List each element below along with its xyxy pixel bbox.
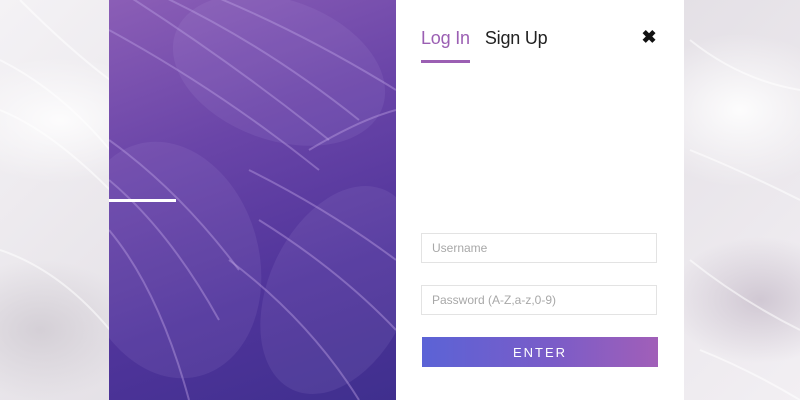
tab-sign-up[interactable]: Sign Up — [485, 28, 548, 60]
leaf-image — [109, 0, 396, 400]
username-input[interactable] — [421, 233, 657, 263]
password-input[interactable] — [421, 285, 657, 315]
auth-panel: Log In Sign Up ✖ ENTER — [396, 0, 684, 400]
tab-log-in[interactable]: Log In — [421, 28, 470, 63]
accent-line — [109, 199, 176, 202]
auth-tabs: Log In Sign Up — [421, 28, 548, 63]
enter-button[interactable]: ENTER — [422, 337, 658, 367]
close-icon[interactable]: ✖ — [641, 28, 657, 46]
auth-modal: Log In Sign Up ✖ ENTER — [109, 0, 684, 400]
